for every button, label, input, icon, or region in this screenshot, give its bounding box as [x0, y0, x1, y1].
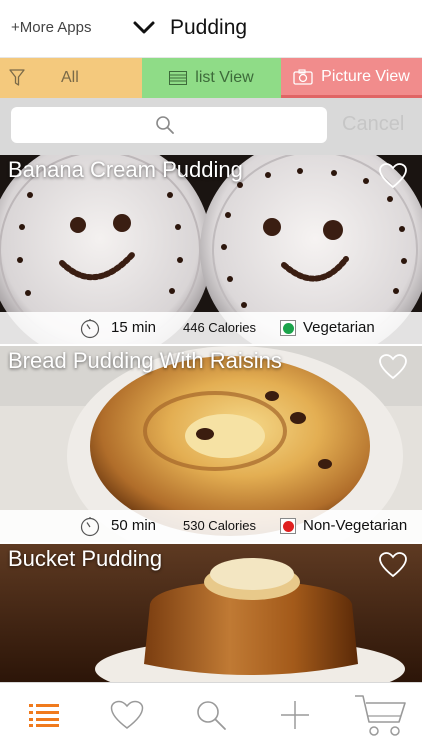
- list-view-icon: [169, 71, 188, 85]
- timer-icon: [80, 515, 100, 541]
- cart-icon: [353, 692, 407, 743]
- tab-add[interactable]: [273, 695, 317, 739]
- list-view-label: list View: [195, 69, 254, 86]
- filter-all-label: All: [61, 69, 79, 86]
- cook-time: 50 min: [111, 517, 157, 534]
- recipe-info-bar: 15 min 446 Calories Vegetarian: [0, 312, 422, 344]
- recipe-card[interactable]: Bread Pudding With Raisins 50 min 530 Ca…: [0, 346, 422, 542]
- page-title: Pudding: [170, 16, 248, 39]
- search-area: Cancel: [0, 98, 422, 155]
- more-apps-link[interactable]: +More Apps: [11, 19, 91, 36]
- heart-icon: [110, 700, 144, 735]
- calories: 446 Calories: [183, 320, 256, 335]
- search-input[interactable]: [11, 107, 327, 143]
- filter-bar: All list View Picture View: [0, 58, 422, 98]
- recipe-title: Bread Pudding With Raisins: [8, 348, 282, 373]
- category-selector[interactable]: Pudding: [132, 16, 247, 40]
- add-icon: [280, 700, 310, 735]
- diet-indicator: [280, 518, 296, 534]
- camera-icon: [293, 68, 313, 85]
- filter-icon: [9, 69, 25, 92]
- search-icon: [195, 699, 227, 736]
- picture-view-tab[interactable]: Picture View: [281, 58, 422, 98]
- recipe-title: Banana Cream Pudding: [8, 157, 243, 182]
- diet-dot: [282, 322, 294, 334]
- search-box[interactable]: [11, 107, 327, 143]
- tab-favorites[interactable]: [105, 695, 149, 739]
- header-bar: +More Apps Pudding: [0, 0, 422, 58]
- recipe-card[interactable]: Bucket Pudding: [0, 544, 422, 682]
- list-view-tab[interactable]: list View: [142, 58, 281, 98]
- cook-time: 15 min: [111, 319, 157, 336]
- calories: 530 Calories: [183, 518, 256, 533]
- filter-all-tab[interactable]: All: [0, 58, 142, 98]
- picture-view-label: Picture View: [321, 67, 410, 85]
- timer-icon: [80, 317, 100, 343]
- favorite-heart-icon[interactable]: [379, 354, 407, 385]
- diet-dot: [282, 520, 294, 532]
- diet-label: Vegetarian: [303, 319, 375, 336]
- tab-cart[interactable]: [352, 694, 408, 739]
- tab-list[interactable]: [22, 695, 66, 739]
- diet-label: Non-Vegetarian: [303, 517, 408, 534]
- list-icon: [28, 702, 60, 733]
- chevron-down-icon: [132, 17, 158, 39]
- favorite-heart-icon[interactable]: [379, 552, 407, 583]
- tab-search[interactable]: [189, 695, 233, 739]
- favorite-heart-icon[interactable]: [379, 163, 407, 194]
- bottom-tab-bar: [0, 682, 422, 750]
- recipe-title: Bucket Pudding: [8, 546, 163, 571]
- diet-indicator: [280, 320, 296, 336]
- recipe-info-bar: 50 min 530 Calories Non-Vegetarian: [0, 510, 422, 542]
- recipe-card[interactable]: Banana Cream Pudding 15 min 446 Calories…: [0, 155, 422, 344]
- cancel-button[interactable]: Cancel: [342, 113, 404, 136]
